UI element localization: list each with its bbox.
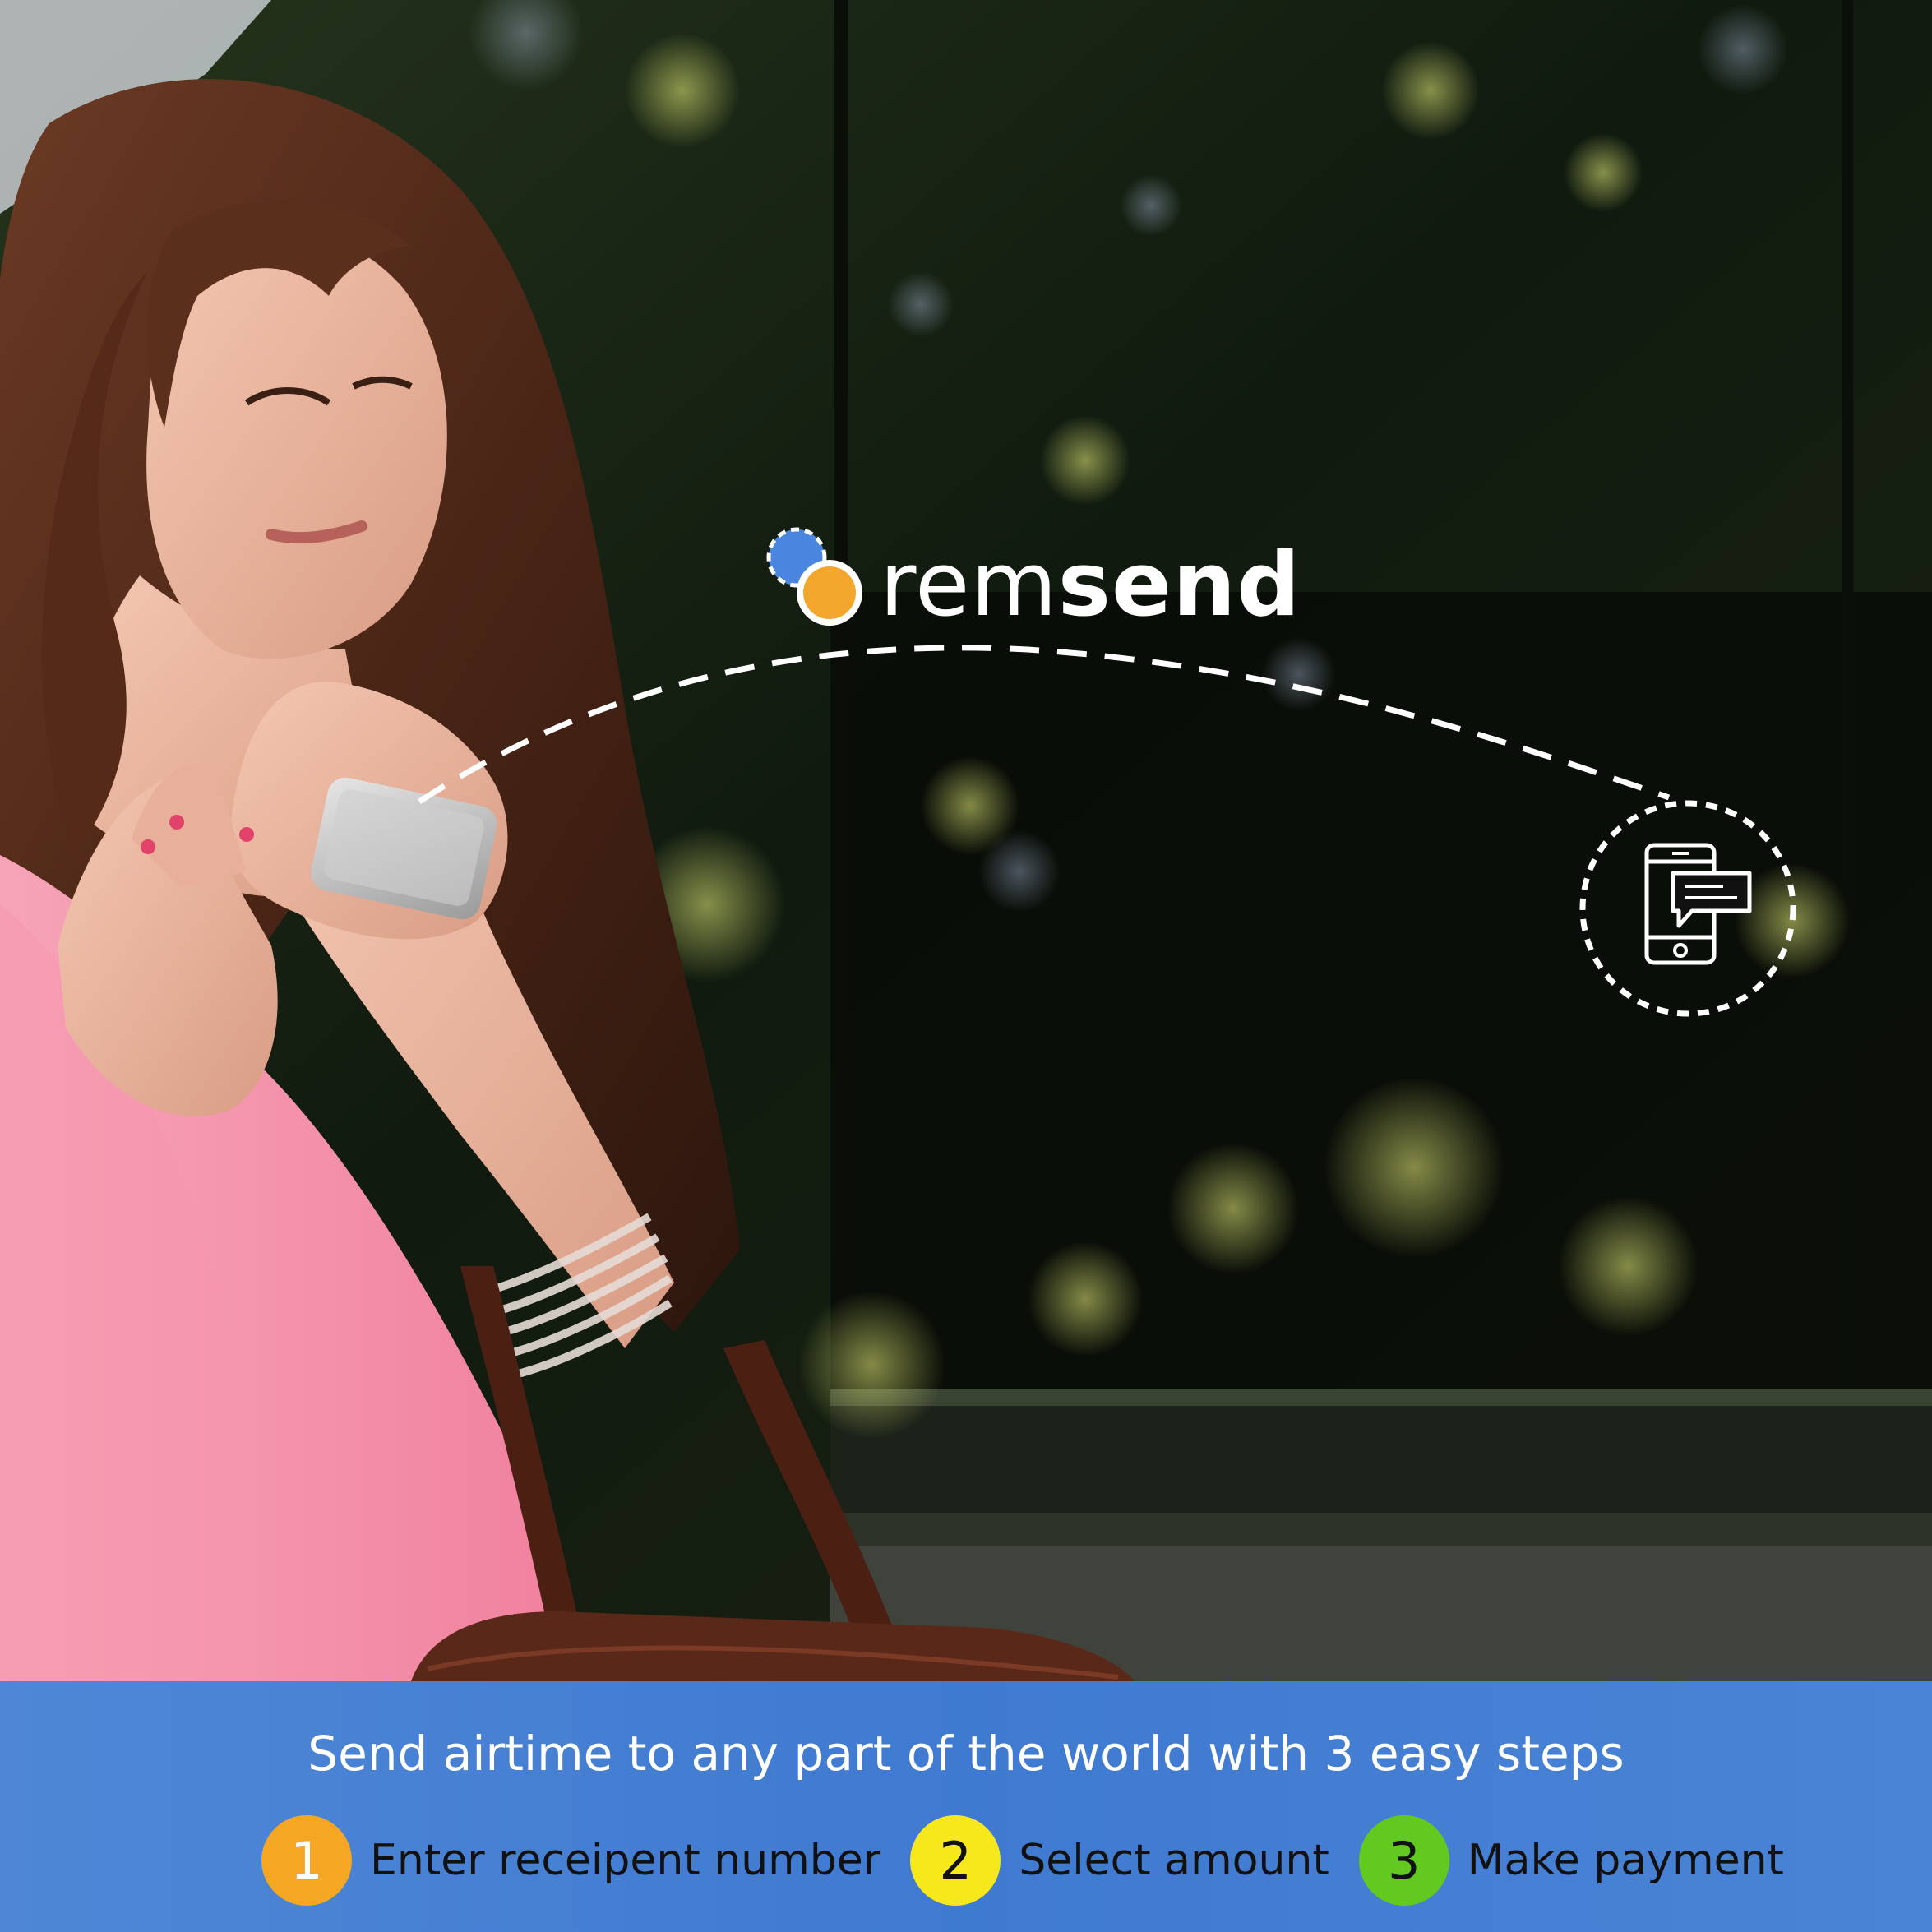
step-label-3: Make payment [1467,1836,1784,1885]
brand-name: remsend [880,536,1301,635]
step-number-3: 3 [1358,1815,1449,1906]
banner-title: Send airtime to any part of the world wi… [307,1726,1625,1782]
brand-dots-icon [766,527,862,626]
step-2: 2 Select amount [910,1815,1329,1906]
step-number-1: 1 [261,1815,352,1906]
steps-list: 1 Enter receipent number 2 Select amount… [261,1811,1814,1910]
steps-banner: Send airtime to any part of the world wi… [0,1681,1932,1932]
step-3: 3 Make payment [1358,1815,1784,1906]
hero-photo: remsend [0,0,1932,1681]
step-1: 1 Enter receipent number [261,1815,880,1906]
brand-logo: remsend [760,518,1300,641]
step-label-1: Enter receipent number [370,1836,881,1885]
step-number-2: 2 [910,1815,1001,1906]
step-label-2: Select amount [1019,1836,1329,1885]
brand-name-light: rem [880,534,1058,636]
mobile-message-icon [1579,800,1796,1017]
brand-name-bold: send [1057,534,1301,636]
